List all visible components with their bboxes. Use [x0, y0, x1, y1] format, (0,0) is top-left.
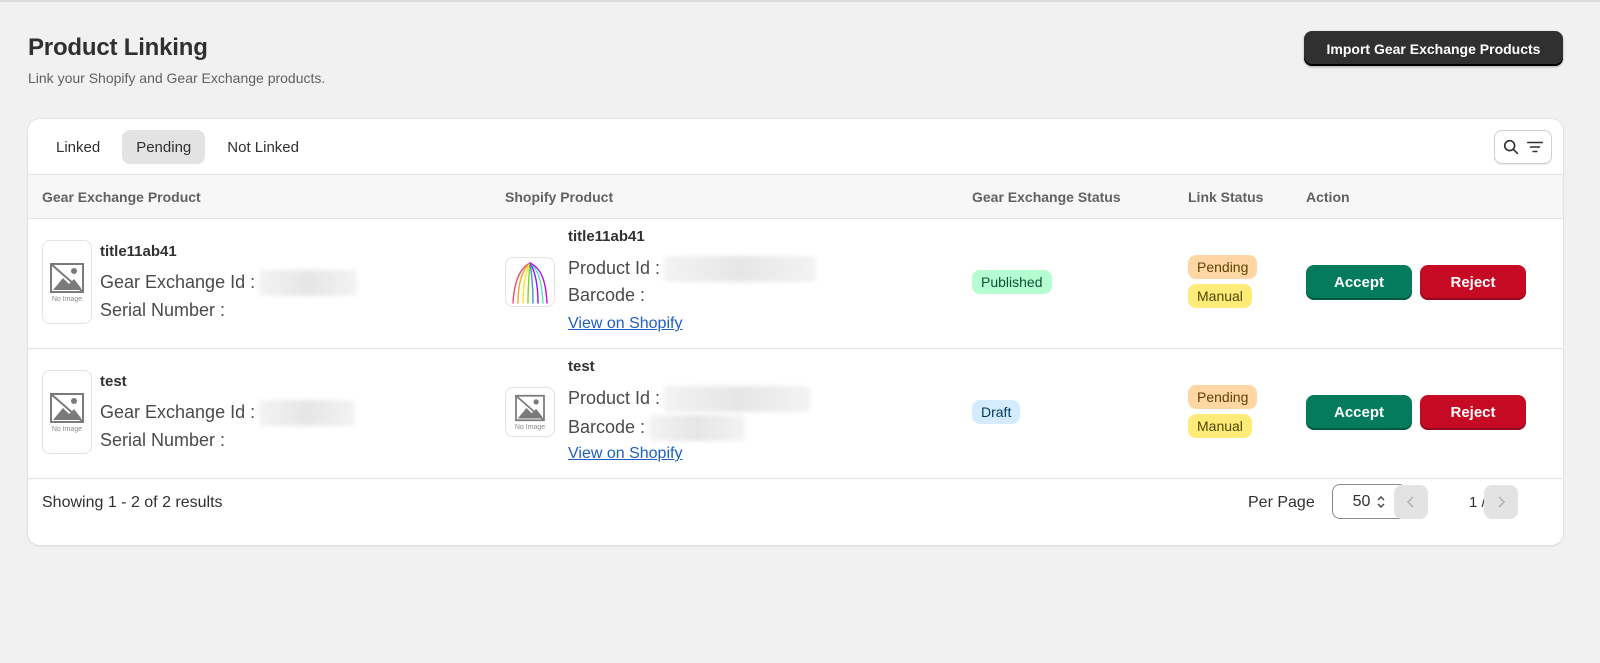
no-image-label: No Image — [514, 423, 546, 431]
link-status-manual-badge: Manual — [1188, 414, 1252, 438]
column-gear-exchange-status: Gear Exchange Status — [972, 189, 1121, 205]
per-page-label: Per Page — [1248, 494, 1315, 511]
redacted-value — [259, 400, 356, 426]
search-filter-button[interactable] — [1494, 130, 1552, 164]
column-link-status: Link Status — [1188, 189, 1264, 205]
no-image-label: No Image — [51, 425, 83, 433]
no-image-icon — [515, 394, 545, 421]
barcode-label: Barcode : — [568, 416, 646, 437]
ge-status-badge: Published — [972, 270, 1052, 294]
gear-exchange-id: Gear Exchange Id : — [100, 270, 358, 296]
redacted-value — [259, 270, 358, 296]
view-on-shopify-link[interactable]: View on Shopify — [568, 445, 682, 463]
serial-number-label: Serial Number : — [100, 430, 226, 450]
gear-exchange-thumbnail: No Image — [42, 240, 92, 324]
shopify-thumbnail: No Image — [505, 387, 555, 437]
no-image-icon — [50, 262, 84, 293]
table-row: No Image title11ab41 Gear Exchange Id : … — [28, 219, 1563, 349]
shopify-title: test — [568, 358, 595, 375]
gear-exchange-id: Gear Exchange Id : — [100, 400, 356, 426]
tab-linked[interactable]: Linked — [42, 130, 114, 164]
no-image-label: No Image — [51, 295, 83, 303]
reject-button[interactable]: Reject — [1420, 395, 1526, 430]
page-title: Product Linking — [28, 34, 208, 61]
filter-icon — [1526, 141, 1544, 153]
table-header: Gear Exchange Product Shopify Product Ge… — [28, 174, 1563, 219]
product-id-label: Product Id : — [568, 257, 661, 278]
accept-button[interactable]: Accept — [1306, 265, 1412, 300]
product-linking-card: Linked Pending Not Linked Gear Exchange … — [28, 119, 1563, 545]
column-gear-exchange-product: Gear Exchange Product — [42, 189, 201, 205]
column-action: Action — [1306, 189, 1350, 205]
gear-exchange-thumbnail: No Image — [42, 370, 92, 454]
view-on-shopify-link[interactable]: View on Shopify — [568, 315, 682, 333]
top-border — [0, 0, 1600, 2]
barcode: Barcode : — [568, 415, 746, 441]
results-summary: Showing 1 - 2 of 2 results — [42, 494, 223, 511]
product-image-icon — [512, 262, 548, 304]
gear-exchange-title: test — [100, 373, 127, 390]
redacted-value — [664, 386, 811, 412]
reject-button[interactable]: Reject — [1420, 265, 1526, 300]
tab-not-linked[interactable]: Not Linked — [213, 130, 313, 164]
link-status-manual-badge: Manual — [1188, 284, 1252, 308]
product-id: Product Id : — [568, 386, 811, 412]
tab-pending[interactable]: Pending — [122, 130, 206, 164]
search-icon — [1503, 139, 1519, 155]
select-arrows-icon — [1377, 495, 1385, 508]
chevron-right-icon — [1498, 496, 1506, 508]
product-id-label: Product Id : — [568, 387, 661, 408]
gear-exchange-id-label: Gear Exchange Id : — [100, 401, 256, 422]
page-header: Product Linking Link your Shopify and Ge… — [28, 34, 325, 86]
import-products-button[interactable]: Import Gear Exchange Products — [1304, 31, 1563, 66]
redacted-value — [649, 415, 746, 441]
accept-button[interactable]: Accept — [1306, 395, 1412, 430]
column-shopify-product: Shopify Product — [505, 189, 614, 205]
table-row: No Image test Gear Exchange Id : Serial … — [28, 349, 1563, 479]
redacted-value — [664, 256, 817, 282]
link-status-pending-badge: Pending — [1188, 385, 1258, 409]
page-subtitle: Link your Shopify and Gear Exchange prod… — [28, 70, 326, 86]
product-id: Product Id : — [568, 256, 817, 282]
gear-exchange-title: title11ab41 — [100, 243, 177, 260]
gear-exchange-id-label: Gear Exchange Id : — [100, 271, 256, 292]
shopify-thumbnail — [505, 257, 555, 307]
serial-number-label: Serial Number : — [100, 300, 226, 320]
no-image-icon — [50, 392, 84, 423]
barcode-label: Barcode : — [568, 285, 646, 305]
shopify-title: title11ab41 — [568, 228, 645, 245]
chevron-left-icon — [1406, 496, 1414, 508]
next-page-button[interactable] — [1484, 485, 1518, 519]
previous-page-button[interactable] — [1394, 485, 1428, 519]
ge-status-badge: Draft — [972, 400, 1021, 424]
tab-bar: Linked Pending Not Linked — [42, 130, 313, 164]
link-status-pending-badge: Pending — [1188, 255, 1258, 279]
per-page-value: 50 — [1352, 492, 1371, 510]
